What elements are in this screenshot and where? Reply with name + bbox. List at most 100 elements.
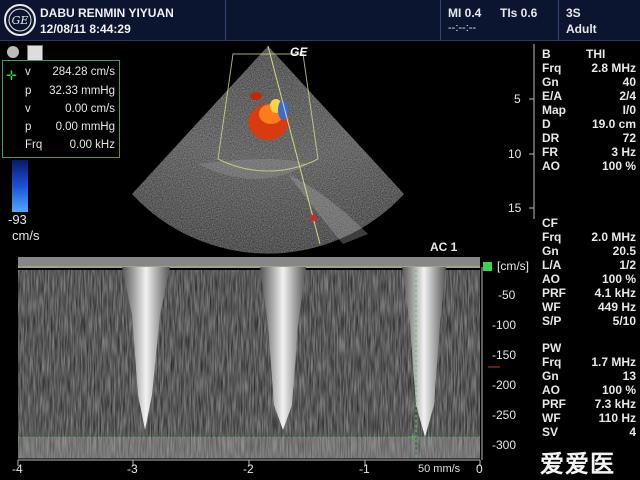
time-tick: -2: [243, 462, 254, 476]
param-row: FR 3 Hz: [542, 145, 636, 159]
probe-name[interactable]: 3S: [566, 6, 581, 20]
velocity-tick: -150: [492, 348, 517, 362]
param-row: PRF 7.3 kHz: [542, 397, 636, 411]
param-label: Gn: [542, 75, 559, 89]
param-value: 13: [622, 369, 636, 383]
pw-header: PW: [542, 341, 636, 355]
bmode-header: B THI: [542, 47, 636, 61]
measurement-label: p: [25, 121, 32, 133]
param-value: 2.0 MHz: [591, 230, 636, 244]
param-label: DR: [542, 131, 560, 145]
param-value: 4.1 kHz: [594, 286, 636, 300]
hospital-name: DABU RENMIN YIYUAN: [40, 6, 174, 20]
measurement-label: v: [25, 66, 31, 78]
param-row: AO 100 %: [542, 159, 636, 173]
param-label: WF: [542, 300, 561, 314]
param-label: Gn: [542, 369, 559, 383]
param-label: AO: [542, 159, 560, 173]
param-value: 20.5: [612, 244, 636, 258]
measurement-value: 32.33 mmHg: [49, 85, 115, 97]
param-label: L/A: [542, 258, 562, 272]
param-row: PRF 4.1 kHz: [542, 286, 636, 300]
param-label: Frq: [542, 61, 562, 75]
param-value: 100 %: [601, 383, 636, 397]
bmode-sector-image[interactable]: GE: [128, 44, 408, 254]
colorbar-unit: cm/s: [12, 228, 40, 243]
param-label: Map: [542, 103, 566, 117]
time-tick: -1: [359, 462, 370, 476]
measurement-label: v: [25, 103, 31, 115]
param-label: AO: [542, 383, 560, 397]
param-value: 4: [629, 425, 636, 439]
param-value: 19.0 cm: [591, 117, 636, 131]
time-tick: 0: [476, 462, 483, 476]
header-divider: [558, 0, 559, 40]
param-row: Gn 13: [542, 369, 636, 383]
velocity-tick: -100: [492, 318, 517, 332]
velocity-tick: -50: [498, 288, 516, 302]
bmode-title-value: THI: [586, 47, 606, 61]
mechanical-index: MI 0.4: [448, 6, 482, 20]
pointer-icon[interactable]: [27, 45, 43, 61]
velocity-caliper-icon[interactable]: +: [409, 429, 417, 444]
ac-label: AC 1: [430, 240, 458, 254]
cf-header: CF: [542, 216, 636, 230]
header-divider: [225, 0, 226, 40]
param-row: E/A 2/4: [542, 89, 636, 103]
sweep-speed: 50 mm/s: [418, 463, 461, 475]
bmode-title: B: [542, 47, 551, 61]
measurement-value: 0.00 mmHg: [55, 121, 115, 133]
param-label: PRF: [542, 397, 566, 411]
time-tick: -3: [127, 462, 138, 476]
param-row: SV 4: [542, 425, 636, 439]
param-value: 5/10: [612, 314, 636, 328]
thermal-index: TIs 0.6: [500, 6, 538, 20]
param-row: WF 449 Hz: [542, 300, 636, 314]
svg-text:GE: GE: [12, 14, 29, 27]
param-value: 72: [622, 131, 636, 145]
param-label: D: [542, 117, 551, 131]
param-row: L/A 1/2: [542, 258, 636, 272]
param-label: S/P: [542, 314, 562, 328]
measurement-value: 284.28 cm/s: [52, 66, 115, 78]
param-label: FR: [542, 145, 558, 159]
param-row: AO 100 %: [542, 383, 636, 397]
depth-tick: 10: [508, 147, 522, 161]
exam-datetime: 12/08/11 8:44:29: [40, 22, 131, 36]
param-label: Frq: [542, 355, 562, 369]
param-value: I/0: [622, 103, 636, 117]
param-value: 3 Hz: [611, 145, 636, 159]
time-tick: -4: [12, 462, 23, 476]
param-row: Frq 2.8 MHz: [542, 61, 636, 75]
param-value: 100 %: [601, 159, 636, 173]
timer-readout: --:--:--: [448, 22, 477, 34]
measurement-value: 0.00 kHz: [69, 139, 115, 151]
param-label: PRF: [542, 286, 566, 300]
orientation-marker: GE: [290, 45, 308, 59]
pw-title: PW: [542, 341, 562, 355]
param-value: 1/2: [619, 258, 636, 272]
param-row: DR 72: [542, 131, 636, 145]
param-label: SV: [542, 425, 559, 439]
measurement-panel: v 284.28 cm/s p 32.33 mmHg v 0.00 cm/s p…: [2, 60, 120, 158]
param-row: Frq 1.7 MHz: [542, 355, 636, 369]
param-row: Gn 40: [542, 75, 636, 89]
param-value: 110 Hz: [598, 411, 636, 425]
measurement-label: p: [25, 85, 32, 97]
velocity-tick: -300: [492, 438, 517, 452]
ge-logo-icon: GE: [4, 4, 36, 36]
header-divider: [440, 0, 441, 40]
param-row: Map I/0: [542, 103, 636, 117]
param-value: 2.8 MHz: [591, 61, 636, 75]
record-icon[interactable]: [7, 46, 19, 58]
spectral-doppler-trace[interactable]: +: [0, 255, 540, 480]
depth-tick: 15: [508, 201, 522, 215]
param-value: 1.7 MHz: [591, 355, 636, 369]
preset-name[interactable]: Adult: [566, 22, 597, 36]
depth-scale-ruler: [529, 44, 535, 219]
param-row: Gn 20.5: [542, 244, 636, 258]
param-label: AO: [542, 272, 560, 286]
param-row: WF 110 Hz: [542, 411, 636, 425]
param-value: 449 Hz: [597, 300, 636, 314]
param-value: 2/4: [619, 89, 636, 103]
